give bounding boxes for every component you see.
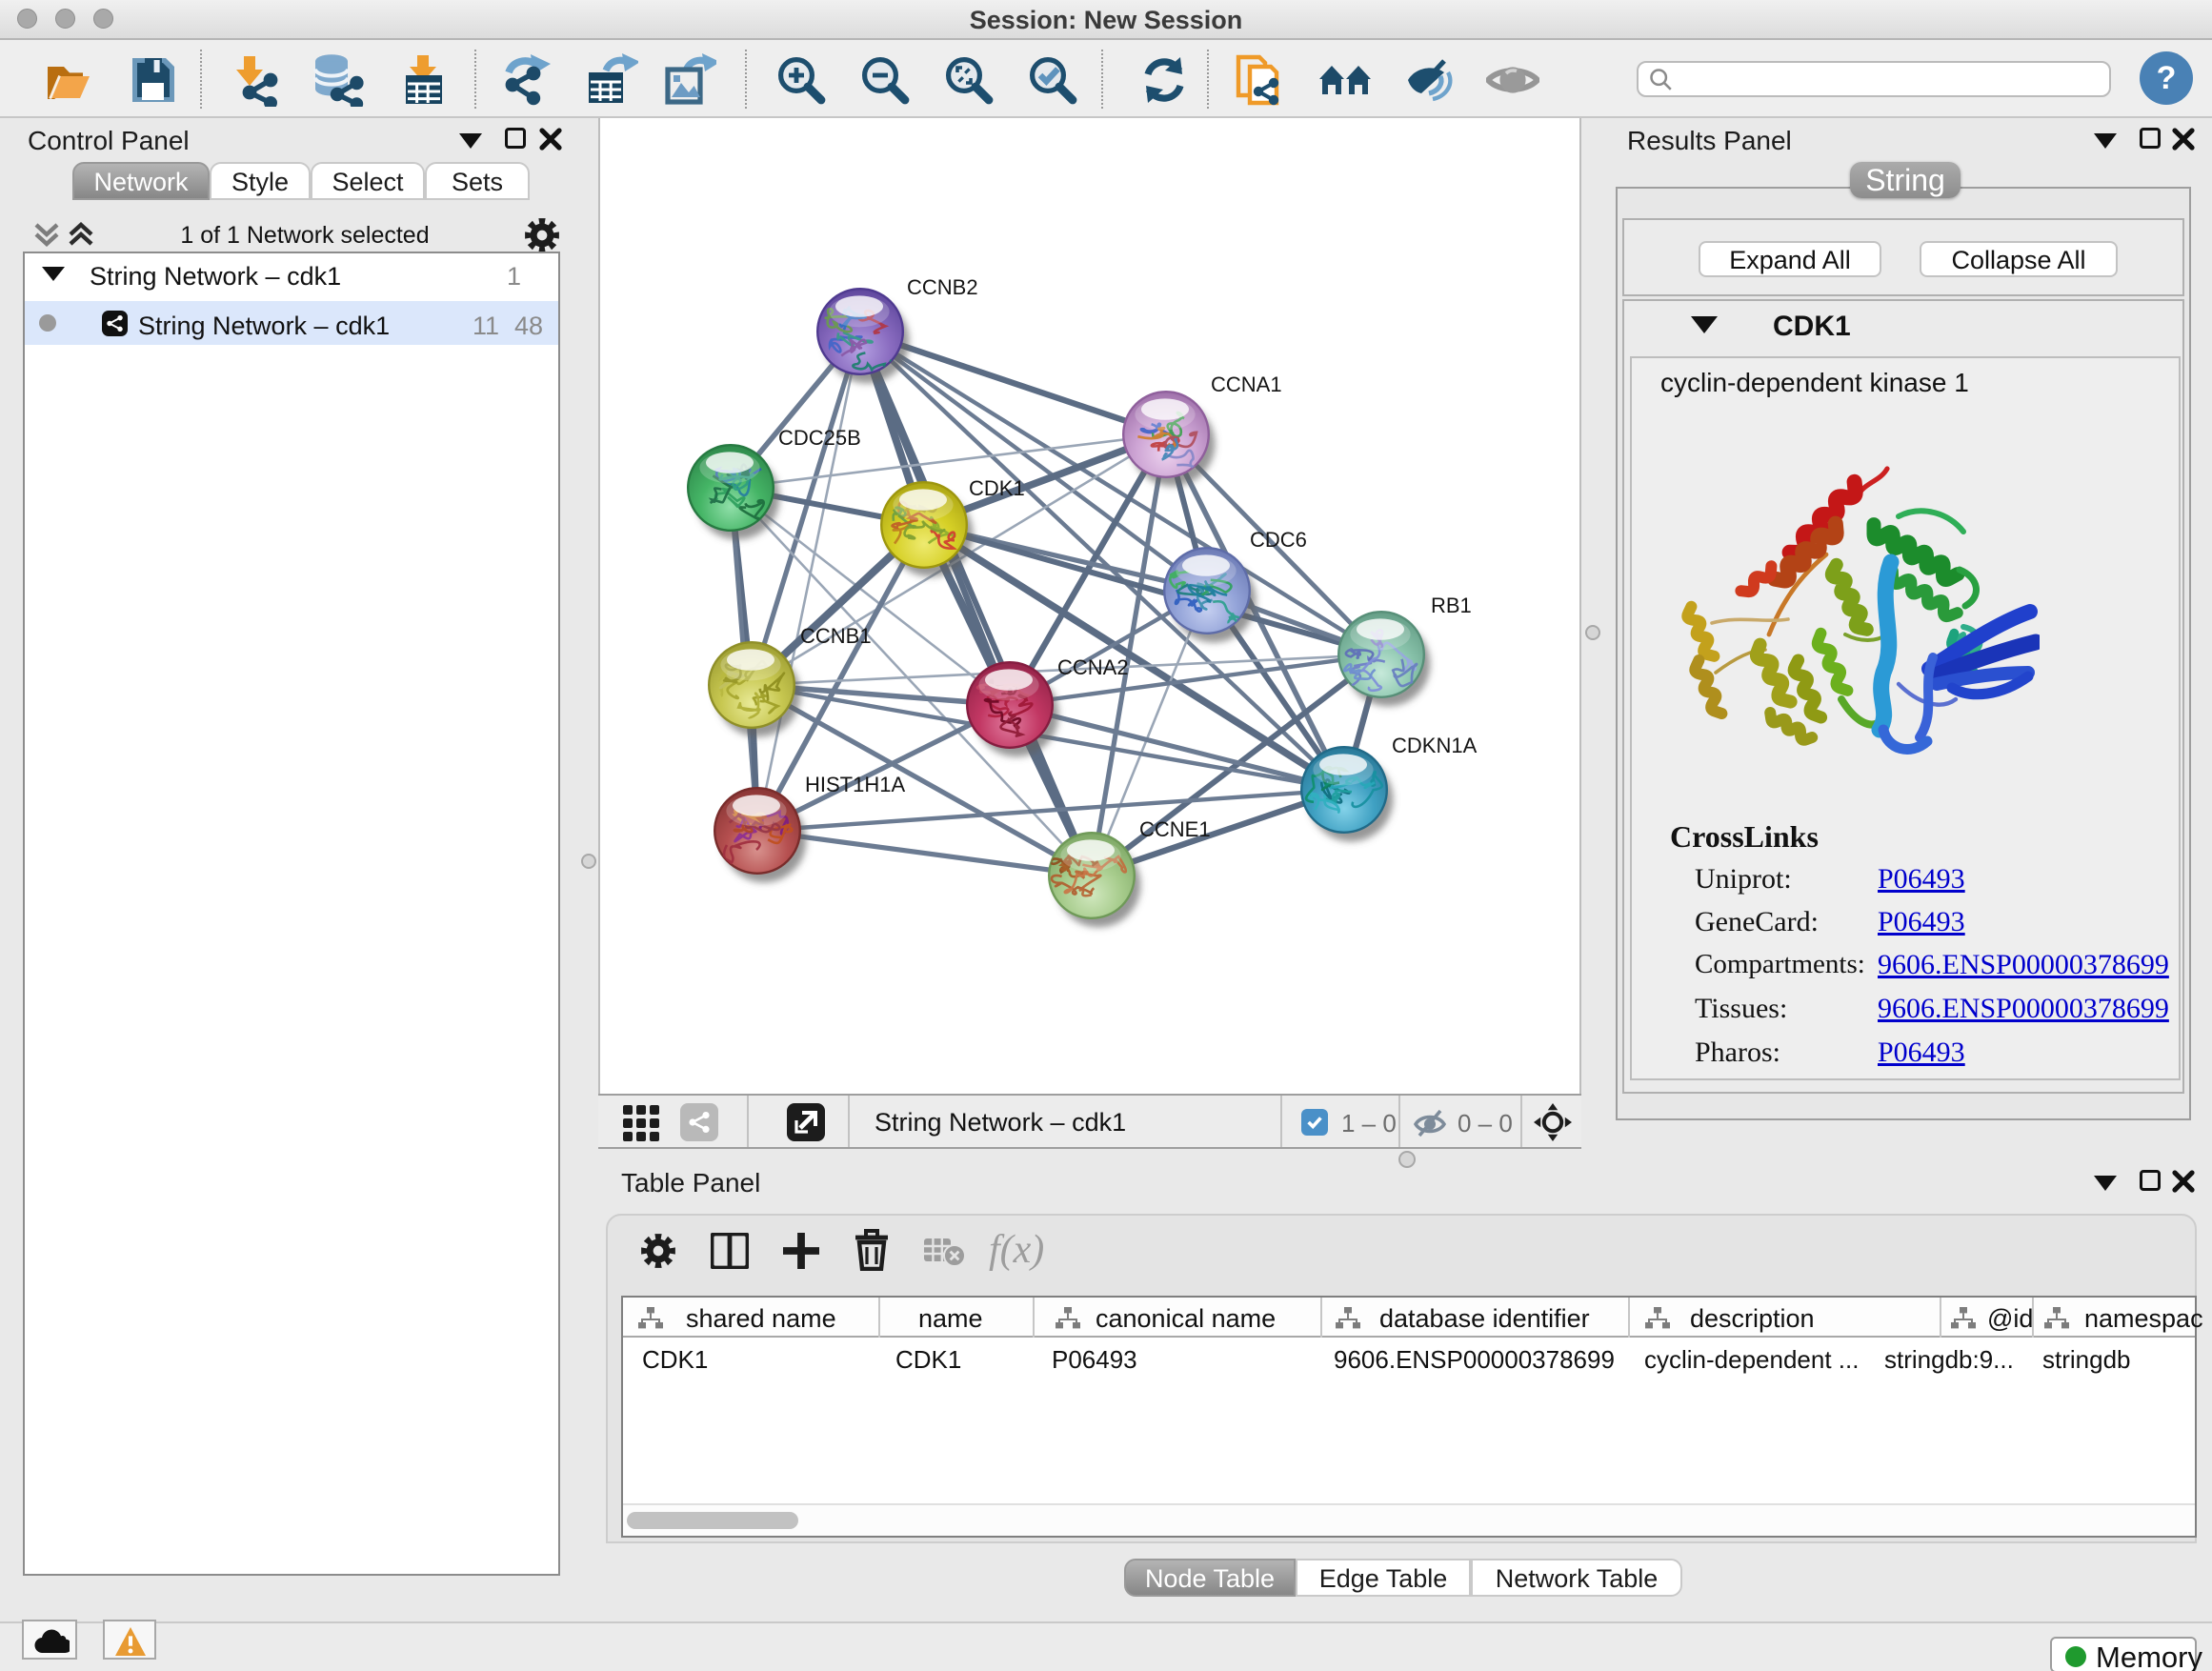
svg-text:CCNB2: CCNB2 bbox=[907, 275, 978, 299]
svg-text:CCNE1: CCNE1 bbox=[1139, 817, 1211, 841]
svg-text:CDC25B: CDC25B bbox=[778, 426, 861, 450]
svg-text:HIST1H1A: HIST1H1A bbox=[805, 773, 905, 796]
svg-text:CDC6: CDC6 bbox=[1250, 528, 1307, 552]
svg-text:CDKN1A: CDKN1A bbox=[1392, 734, 1478, 757]
svg-text:CCNA2: CCNA2 bbox=[1057, 655, 1129, 679]
svg-text:RB1: RB1 bbox=[1431, 594, 1472, 617]
svg-text:CCNB1: CCNB1 bbox=[800, 624, 872, 648]
svg-text:CDK1: CDK1 bbox=[969, 476, 1025, 500]
svg-text:CCNA1: CCNA1 bbox=[1211, 372, 1282, 396]
